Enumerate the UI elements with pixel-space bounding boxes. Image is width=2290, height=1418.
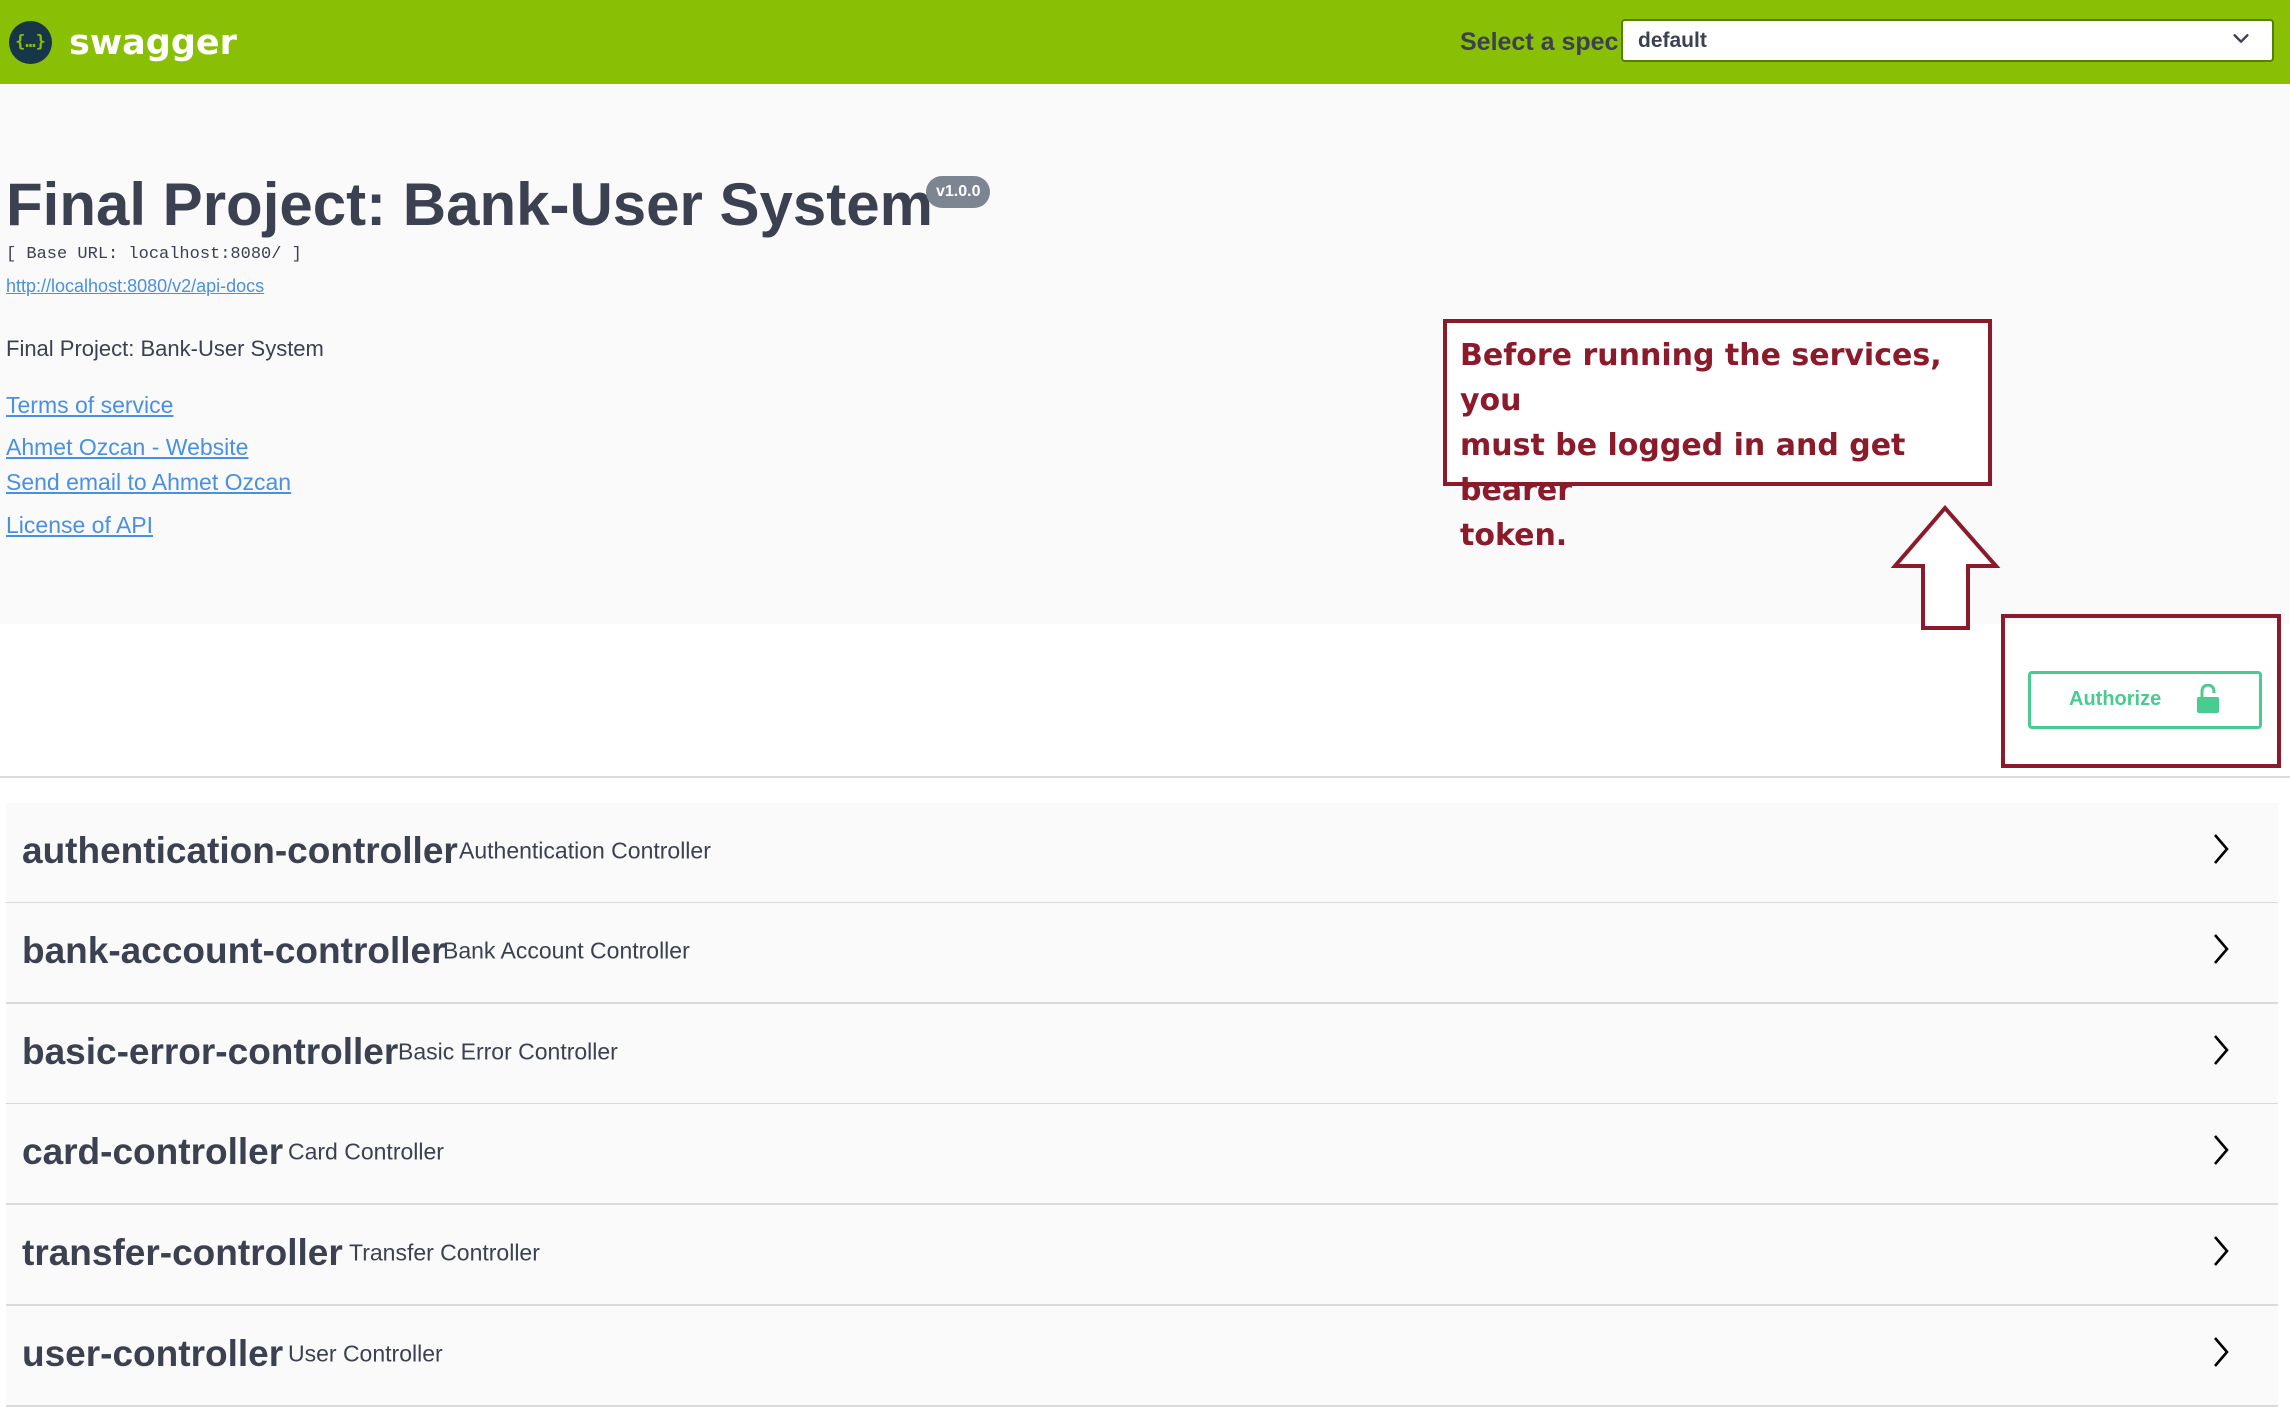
chevron-right-icon[interactable] <box>2209 831 2233 867</box>
page-title: Final Project: Bank-User System <box>6 171 933 238</box>
tag-section-authentication[interactable]: authentication-controller Authentication… <box>6 803 2278 904</box>
chevron-down-icon <box>2233 34 2249 43</box>
tag-section-bank-account[interactable]: bank-account-controller Bank Account Con… <box>6 903 2278 1004</box>
api-description: Final Project: Bank-User System <box>6 336 324 361</box>
swagger-logo-text[interactable]: swagger <box>69 20 237 66</box>
license-link[interactable]: License of API <box>6 512 153 539</box>
tag-description: Transfer Controller <box>349 1239 540 1266</box>
tag-name: bank-account-controller <box>22 930 446 971</box>
tag-name: basic-error-controller <box>22 1031 399 1072</box>
tag-name: user-controller <box>22 1333 284 1374</box>
terms-of-service-link[interactable]: Terms of service <box>6 392 173 419</box>
website-link[interactable]: Ahmet Ozcan - Website <box>6 434 248 461</box>
unlocked-padlock-icon <box>2197 684 2219 713</box>
tag-description: User Controller <box>288 1340 443 1367</box>
chevron-right-icon[interactable] <box>2209 1032 2233 1068</box>
tag-description: Basic Error Controller <box>398 1038 618 1065</box>
chevron-right-icon[interactable] <box>2209 1233 2233 1269</box>
spec-selected-value: default <box>1638 29 1707 52</box>
version-badge: v1.0.0 <box>926 176 991 208</box>
tag-description: Card Controller <box>288 1138 444 1165</box>
chevron-right-icon[interactable] <box>2209 1132 2233 1168</box>
base-url: [ Base URL: localhost:8080/ ] <box>6 245 302 264</box>
tag-section-user[interactable]: user-controller User Controller <box>6 1306 2278 1407</box>
tag-section-transfer[interactable]: transfer-controller Transfer Controller <box>6 1205 2278 1306</box>
tag-name: transfer-controller <box>22 1232 343 1273</box>
tag-description: Authentication Controller <box>459 837 711 864</box>
spec-select[interactable]: default <box>1621 19 2274 62</box>
authorize-label: Authorize <box>2069 688 2162 710</box>
swagger-logo-icon[interactable]: {…} <box>9 21 52 64</box>
annotation-line: Before running the services, you <box>1460 338 1942 418</box>
annotation-line: must be logged in and get bearer <box>1460 428 1906 508</box>
up-arrow-icon <box>1890 504 2001 630</box>
tag-section-card[interactable]: card-controller Card Controller <box>6 1104 2278 1205</box>
email-link[interactable]: Send email to Ahmet Ozcan <box>6 469 291 496</box>
tag-name: card-controller <box>22 1131 284 1172</box>
annotation-callout: Before running the services, you must be… <box>1443 319 1992 553</box>
top-bar: {…} swagger Select a spec default <box>0 0 2290 84</box>
tag-section-basic-error[interactable]: basic-error-controller Basic Error Contr… <box>6 1004 2278 1105</box>
tag-description: Bank Account Controller <box>443 937 690 964</box>
section-divider <box>0 776 2290 778</box>
authorize-button[interactable]: Authorize <box>2028 671 2262 729</box>
api-docs-link[interactable]: http://localhost:8080/v2/api-docs <box>6 276 264 297</box>
chevron-right-icon[interactable] <box>2209 931 2233 967</box>
spec-label: Select a spec <box>1460 28 1619 56</box>
tag-name: authentication-controller <box>22 830 458 871</box>
chevron-right-icon[interactable] <box>2209 1334 2233 1370</box>
